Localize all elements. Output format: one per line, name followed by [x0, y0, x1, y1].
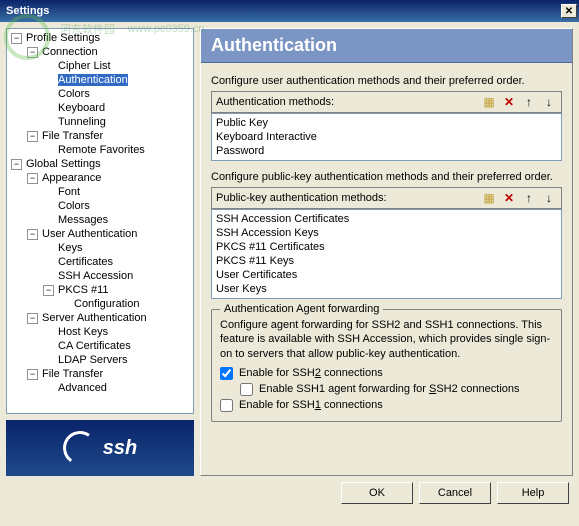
ok-button[interactable]: OK	[341, 482, 413, 504]
logo-arc-icon	[60, 428, 99, 467]
auth-desc: Configure user authentication methods an…	[211, 75, 562, 87]
tree-gcolors[interactable]: Colors	[7, 199, 193, 213]
tree-advanced[interactable]: Advanced	[7, 381, 193, 395]
tree-server-auth[interactable]: −Server Authentication	[7, 311, 193, 325]
list-item[interactable]: Password	[214, 144, 559, 158]
ssh-logo: ssh	[6, 420, 194, 476]
group-desc: Configure agent forwarding for SSH2 and …	[220, 318, 553, 361]
list-item[interactable]: SSH Accession Certificates	[214, 212, 559, 226]
tree-gfile-transfer[interactable]: −File Transfer	[7, 367, 193, 381]
tree-file-transfer[interactable]: −File Transfer	[7, 129, 193, 143]
titlebar: Settings ✕	[0, 0, 579, 22]
list-item[interactable]: Public Key	[214, 116, 559, 130]
group-title: Authentication Agent forwarding	[220, 303, 383, 315]
tree-ca-certs[interactable]: CA Certificates	[7, 339, 193, 353]
tree-ssh-accession[interactable]: SSH Accession	[7, 269, 193, 283]
collapse-icon[interactable]: −	[27, 369, 38, 380]
list-item[interactable]: User Keys	[214, 282, 559, 296]
tree-remote-favorites[interactable]: Remote Favorites	[7, 143, 193, 157]
checkbox[interactable]	[220, 367, 233, 380]
settings-tree[interactable]: −Profile Settings −Connection Cipher Lis…	[6, 28, 194, 414]
tree-keyboard[interactable]: Keyboard	[7, 101, 193, 115]
tree-messages[interactable]: Messages	[7, 213, 193, 227]
window-title: Settings	[2, 5, 561, 17]
collapse-icon[interactable]: −	[27, 313, 38, 324]
close-button[interactable]: ✕	[561, 4, 577, 18]
enable-ssh1-check[interactable]: Enable for SSH1 connections	[220, 399, 553, 412]
checkbox[interactable]	[220, 399, 233, 412]
tree-colors[interactable]: Colors	[7, 87, 193, 101]
collapse-icon[interactable]: −	[11, 159, 22, 170]
auth-methods-list[interactable]: Public Key Keyboard Interactive Password	[211, 113, 562, 161]
pk-methods-list[interactable]: SSH Accession Certificates SSH Accession…	[211, 209, 562, 299]
tree-appearance[interactable]: −Appearance	[7, 171, 193, 185]
tree-host-keys[interactable]: Host Keys	[7, 325, 193, 339]
add-icon[interactable]: ▦	[481, 190, 497, 206]
tree-panel: −Profile Settings −Connection Cipher Lis…	[6, 28, 194, 476]
delete-icon[interactable]: ✕	[501, 94, 517, 110]
move-down-icon[interactable]: ↓	[541, 94, 557, 110]
content-panel: Authentication Configure user authentica…	[200, 28, 573, 476]
list-item[interactable]: User Certificates	[214, 268, 559, 282]
tree-font[interactable]: Font	[7, 185, 193, 199]
move-up-icon[interactable]: ↑	[521, 190, 537, 206]
pk-desc: Configure public-key authentication meth…	[211, 171, 562, 183]
cancel-button[interactable]: Cancel	[419, 482, 491, 504]
add-icon[interactable]: ▦	[481, 94, 497, 110]
help-button[interactable]: Help	[497, 482, 569, 504]
agent-forwarding-group: Authentication Agent forwarding Configur…	[211, 309, 562, 422]
tree-keys[interactable]: Keys	[7, 241, 193, 255]
tree-configuration[interactable]: Configuration	[7, 297, 193, 311]
auth-methods-header: Authentication methods: ▦ ✕ ↑ ↓	[211, 91, 562, 113]
tree-ldap[interactable]: LDAP Servers	[7, 353, 193, 367]
tree-authentication[interactable]: Authentication	[7, 73, 193, 87]
tree-pkcs11[interactable]: −PKCS #11	[7, 283, 193, 297]
checkbox[interactable]	[240, 383, 253, 396]
tree-global-settings[interactable]: −Global Settings	[7, 157, 193, 171]
enable-ssh1-forwarding-check[interactable]: Enable SSH1 agent forwarding for SSH2 co…	[240, 383, 553, 396]
watermark-circle	[4, 14, 50, 60]
tree-tunneling[interactable]: Tunneling	[7, 115, 193, 129]
move-down-icon[interactable]: ↓	[541, 190, 557, 206]
collapse-icon[interactable]: −	[43, 285, 54, 296]
list-item[interactable]: PKCS #11 Certificates	[214, 240, 559, 254]
tree-user-auth[interactable]: −User Authentication	[7, 227, 193, 241]
list-item[interactable]: Keyboard Interactive	[214, 130, 559, 144]
delete-icon[interactable]: ✕	[501, 190, 517, 206]
panel-title: Authentication	[201, 29, 572, 63]
collapse-icon[interactable]: −	[27, 131, 38, 142]
tree-cipher-list[interactable]: Cipher List	[7, 59, 193, 73]
list-item[interactable]: SSH Accession Keys	[214, 226, 559, 240]
pk-methods-header: Public-key authentication methods: ▦ ✕ ↑…	[211, 187, 562, 209]
collapse-icon[interactable]: −	[27, 229, 38, 240]
enable-ssh2-check[interactable]: Enable for SSH2 connections	[220, 367, 553, 380]
tree-certificates[interactable]: Certificates	[7, 255, 193, 269]
list-item[interactable]: PKCS #11 Keys	[214, 254, 559, 268]
move-up-icon[interactable]: ↑	[521, 94, 537, 110]
collapse-icon[interactable]: −	[27, 173, 38, 184]
button-bar: OK Cancel Help	[0, 482, 579, 512]
